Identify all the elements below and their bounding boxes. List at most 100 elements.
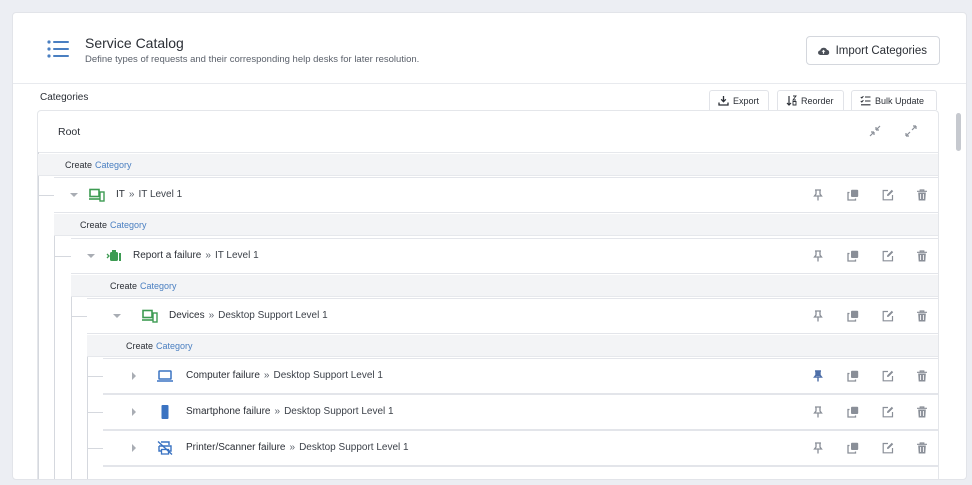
node-label: Smartphone failure» Desktop Support Level… <box>186 406 394 417</box>
separator: » <box>128 189 135 200</box>
caret-down-icon[interactable] <box>87 252 95 260</box>
create-label: Create <box>110 280 138 291</box>
tree-node-computer-failure[interactable]: Computer failure» Desktop Support Level 1 <box>103 358 938 394</box>
list-icon <box>47 40 69 58</box>
node-label: Computer failure» Desktop Support Level 1 <box>186 370 383 381</box>
separator: » <box>289 442 296 453</box>
separator: » <box>205 250 211 261</box>
delete-icon[interactable] <box>916 310 928 322</box>
node-level: IT Level 1 <box>138 189 183 200</box>
node-name: Report a failure <box>133 250 202 261</box>
smartphone-icon <box>161 405 169 419</box>
caret-right-icon[interactable] <box>130 444 138 452</box>
node-label: Report a failure» IT Level 1 <box>133 250 259 261</box>
node-name: Smartphone failure <box>186 406 271 417</box>
categories-label: Categories <box>40 92 89 103</box>
pin-icon[interactable] <box>812 310 824 322</box>
devices-icon <box>142 309 158 323</box>
pin-icon[interactable] <box>812 370 824 382</box>
delete-icon[interactable] <box>916 442 928 454</box>
caret-down-icon[interactable] <box>70 191 78 199</box>
expand-all-icon[interactable] <box>904 124 918 138</box>
laptop-icon <box>157 370 173 382</box>
delete-icon[interactable] <box>916 189 928 201</box>
node-label: IT» IT Level 1 <box>116 189 182 200</box>
create-category-link[interactable]: Category <box>110 220 147 230</box>
import-categories-button[interactable]: Import Categories <box>805 36 940 65</box>
tree-node-smartphone-failure[interactable]: Smartphone failure» Desktop Support Level… <box>103 394 938 430</box>
page-subtitle: Define types of requests and their corre… <box>85 54 420 65</box>
edit-icon[interactable] <box>882 250 894 262</box>
delete-icon[interactable] <box>916 250 928 262</box>
duplicate-icon[interactable] <box>847 189 859 201</box>
import-categories-label: Import Categories <box>835 44 927 57</box>
duplicate-icon[interactable] <box>847 250 859 262</box>
pin-icon[interactable] <box>812 406 824 418</box>
separator: » <box>274 406 281 417</box>
create-category-row[interactable]: Create Category <box>54 214 938 236</box>
tree-connector <box>87 412 103 413</box>
node-name: IT <box>116 189 125 200</box>
duplicate-icon[interactable] <box>847 442 859 454</box>
page-title: Service Catalog <box>85 35 184 51</box>
delete-icon[interactable] <box>916 406 928 418</box>
duplicate-icon[interactable] <box>847 310 859 322</box>
tree-guide-line <box>54 225 55 479</box>
download-icon <box>718 96 729 106</box>
reorder-label: Reorder <box>801 95 834 106</box>
create-category-row[interactable]: Create Category <box>38 154 938 176</box>
caret-right-icon[interactable] <box>130 372 138 380</box>
edit-icon[interactable] <box>882 310 894 322</box>
tree-node-report-a-failure[interactable]: Report a failure» IT Level 1 <box>71 238 938 274</box>
tree-node-it[interactable]: IT» IT Level 1 <box>54 177 938 213</box>
printer-off-icon <box>157 441 173 455</box>
edit-icon[interactable] <box>882 189 894 201</box>
tree-connector <box>38 195 54 196</box>
duplicate-icon[interactable] <box>847 406 859 418</box>
create-category-row[interactable]: Create Category <box>71 275 938 297</box>
create-label: Create <box>65 159 93 170</box>
edit-icon[interactable] <box>882 370 894 382</box>
edit-icon[interactable] <box>882 406 894 418</box>
duplicate-icon[interactable] <box>847 370 859 382</box>
create-category-link[interactable]: Category <box>95 160 132 170</box>
category-tree: Root Create Category IT » IT Level 1 Cre… <box>37 110 939 479</box>
node-name: Devices <box>169 310 205 321</box>
reorder-tab[interactable]: Reorder <box>777 90 844 110</box>
caret-down-icon[interactable] <box>113 312 121 320</box>
create-label: Create <box>126 340 154 351</box>
create-category-row[interactable]: Create Category <box>87 335 938 357</box>
create-category-link[interactable]: Category <box>140 281 177 291</box>
tree-guide-line <box>71 283 72 479</box>
root-node: Root <box>38 111 938 153</box>
create-category-link[interactable]: Category <box>156 341 193 351</box>
caret-right-icon[interactable] <box>130 408 138 416</box>
pin-icon[interactable] <box>812 250 824 262</box>
bulk-update-tab[interactable]: Bulk Update <box>851 90 937 110</box>
pin-icon[interactable] <box>812 189 824 201</box>
tree-node-printer-scanner-failure[interactable]: Printer/Scanner failure» Desktop Support … <box>103 430 938 466</box>
tree-node-partial <box>103 466 938 479</box>
tree-guide-line <box>38 152 39 479</box>
separator: » <box>263 370 270 381</box>
collapse-all-icon[interactable] <box>868 124 882 138</box>
delete-icon[interactable] <box>916 370 928 382</box>
pin-icon[interactable] <box>812 442 824 454</box>
tree-node-devices[interactable]: Devices» Desktop Support Level 1 <box>87 298 938 334</box>
devices-icon <box>89 188 105 202</box>
tree-connector <box>71 316 87 317</box>
node-name: Computer failure <box>186 370 260 381</box>
node-level: Desktop Support Level 1 <box>284 406 394 417</box>
edit-icon[interactable] <box>882 442 894 454</box>
export-label: Export <box>733 95 760 106</box>
separator: » <box>208 310 215 321</box>
tree-connector <box>87 448 103 449</box>
node-label: Devices» Desktop Support Level 1 <box>169 310 328 321</box>
node-level: IT Level 1 <box>214 250 259 261</box>
failure-icon <box>106 250 121 261</box>
root-label: Root <box>58 126 81 138</box>
export-tab[interactable]: Export <box>709 90 769 110</box>
node-name: Printer/Scanner failure <box>186 442 286 453</box>
node-level: Desktop Support Level 1 <box>218 310 328 321</box>
scrollbar-thumb[interactable] <box>956 113 961 151</box>
